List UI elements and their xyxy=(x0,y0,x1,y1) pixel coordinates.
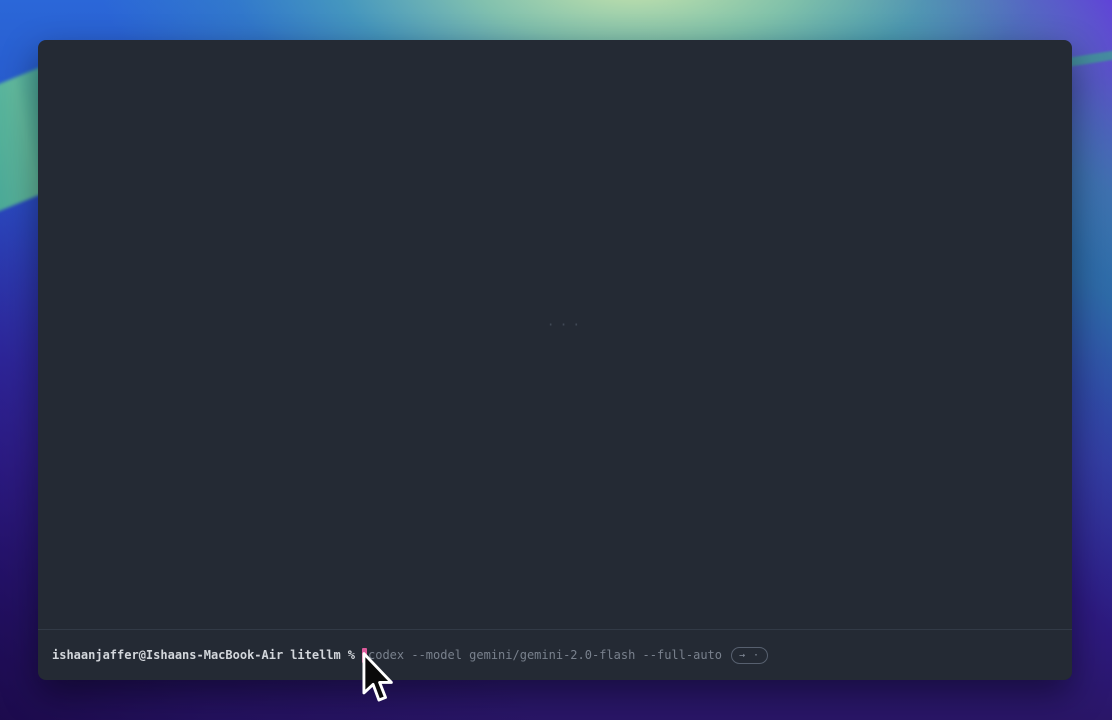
prompt-user-host: ishaanjaffer@Ishaans-MacBook-Air xyxy=(52,648,283,662)
command-text: codex --model gemini/gemini-2.0-flash --… xyxy=(368,648,722,662)
terminal-window[interactable]: ··· ishaanjaffer@Ishaans-MacBook-Air lit… xyxy=(38,40,1072,680)
command-input-line[interactable]: ishaanjaffer@Ishaans-MacBook-Air litellm… xyxy=(38,630,1072,680)
prompt-directory: litellm xyxy=(290,648,341,662)
right-arrow-key-icon: → · xyxy=(731,647,768,664)
loading-ellipsis: ··· xyxy=(536,318,596,333)
prompt-symbol: % xyxy=(348,648,355,662)
terminal-output-area: ··· xyxy=(38,40,1072,629)
text-cursor-caret xyxy=(362,648,367,663)
